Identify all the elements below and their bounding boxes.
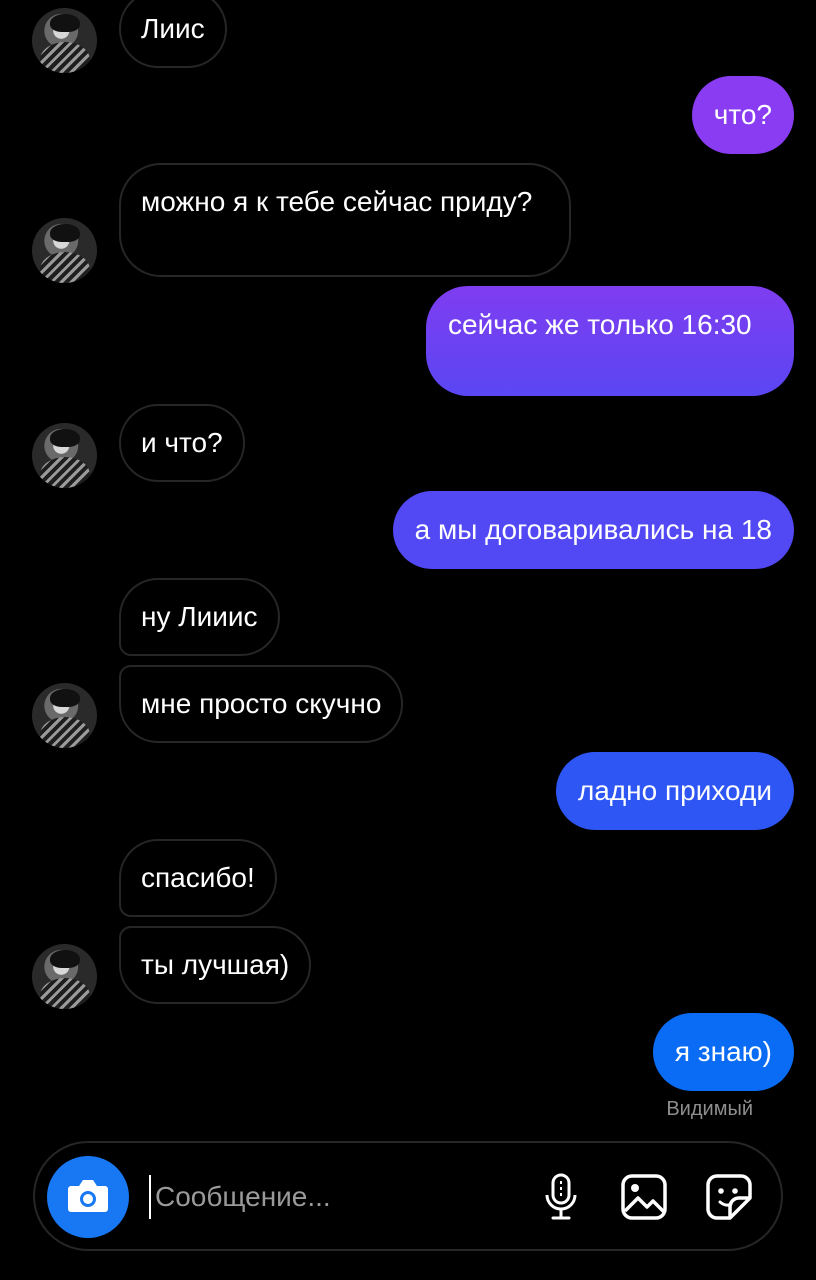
contact-avatar[interactable]: [32, 944, 97, 1009]
outgoing-message[interactable]: я знаю): [652, 1013, 794, 1091]
microphone-button[interactable]: [535, 1171, 587, 1223]
message-text: спасибо!: [141, 862, 255, 893]
gallery-icon: [621, 1174, 667, 1220]
message-text: сейчас же только 16:30: [448, 309, 752, 340]
gallery-button[interactable]: [618, 1171, 670, 1223]
camera-button[interactable]: [47, 1156, 129, 1238]
message-text: я знаю): [674, 1036, 772, 1067]
contact-avatar[interactable]: [32, 683, 97, 748]
message-text: что?: [713, 99, 772, 130]
message-text: ну Лииис: [141, 601, 258, 632]
outgoing-message[interactable]: а мы договаривались на 18: [392, 491, 794, 569]
seen-status: Видимый: [666, 1098, 753, 1120]
message-text: ты лучшая): [141, 949, 290, 980]
message-text: можно я к тебе сейчас приду?: [141, 186, 533, 217]
contact-avatar[interactable]: [32, 423, 97, 488]
sticker-icon: [706, 1174, 752, 1220]
message-text: мне просто скучно: [141, 688, 382, 719]
message-composer: [33, 1141, 783, 1251]
message-text: а мы договаривались на 18: [414, 514, 772, 545]
message-input[interactable]: [149, 1175, 495, 1219]
message-text: Лиис: [141, 13, 205, 44]
message-text: и что?: [141, 427, 223, 458]
incoming-message[interactable]: ну Лииис: [119, 578, 280, 656]
incoming-message[interactable]: мне просто скучно: [119, 665, 404, 743]
contact-avatar[interactable]: [32, 8, 97, 73]
outgoing-message[interactable]: ладно приходи: [555, 752, 794, 830]
sticker-button[interactable]: [703, 1171, 755, 1223]
camera-icon: [68, 1180, 108, 1212]
microphone-icon: [545, 1173, 577, 1220]
incoming-message[interactable]: спасибо!: [119, 839, 277, 917]
chat-screen: Лиис что? можно я к тебе сейчас приду? с…: [0, 0, 816, 1280]
outgoing-message[interactable]: сейчас же только 16:30: [426, 286, 794, 396]
incoming-message[interactable]: Лиис: [119, 0, 227, 68]
contact-avatar[interactable]: [32, 218, 97, 283]
incoming-message[interactable]: и что?: [119, 404, 245, 482]
incoming-message[interactable]: ты лучшая): [119, 926, 312, 1004]
incoming-message[interactable]: можно я к тебе сейчас приду?: [119, 163, 571, 277]
outgoing-message[interactable]: что?: [691, 76, 794, 154]
message-text: ладно приходи: [577, 775, 772, 806]
